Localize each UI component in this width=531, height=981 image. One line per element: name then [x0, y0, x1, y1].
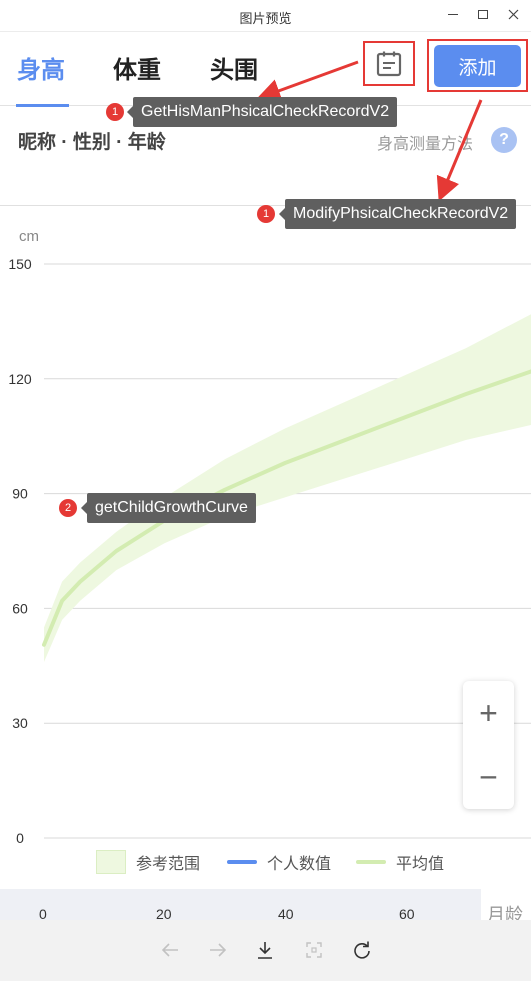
tab-height[interactable]: 身高: [17, 50, 65, 85]
legend-label: 平均值: [396, 856, 445, 873]
legend-item-range[interactable]: 参考范围: [96, 850, 200, 874]
rotate-button[interactable]: [350, 938, 374, 962]
legend-item-personal[interactable]: 个人数值: [227, 850, 331, 874]
close-icon: [508, 9, 518, 19]
zoom-in-button[interactable]: +: [463, 681, 514, 745]
rotate-icon: [354, 941, 370, 959]
tab-head-circumference[interactable]: 头围: [210, 50, 258, 85]
zoom-out-button[interactable]: −: [463, 745, 514, 809]
y-tick-label: 120: [8, 371, 32, 387]
annotation-badge: 2: [59, 499, 77, 517]
legend-label: 个人数值: [267, 856, 332, 873]
fit-screen-button[interactable]: [302, 938, 326, 962]
arrow-right-icon: [210, 943, 227, 957]
next-button[interactable]: [206, 938, 230, 962]
annotation-badge: 1: [106, 103, 124, 121]
close-button[interactable]: [501, 4, 525, 24]
legend-label: 参考范围: [136, 856, 201, 873]
growth-curve-chart[interactable]: 0 30 60 90 120 150: [0, 240, 531, 860]
add-record-button[interactable]: 添加: [434, 45, 521, 87]
fit-screen-icon: [306, 942, 322, 958]
y-tick-label: 30: [12, 715, 28, 731]
arrow-left-icon: [161, 943, 178, 957]
legend-swatch-average: [356, 860, 386, 864]
y-tick-label: 150: [8, 256, 32, 272]
maximize-icon: [478, 9, 488, 19]
legend-swatch-range: [96, 850, 126, 874]
reference-range-band: [44, 314, 531, 662]
calendar-icon: [376, 51, 402, 76]
calendar-button[interactable]: [363, 41, 415, 86]
maximize-button[interactable]: [471, 4, 495, 24]
download-button[interactable]: [253, 938, 277, 962]
annotation-label: getChildGrowthCurve: [81, 493, 256, 523]
previous-button[interactable]: [158, 938, 182, 962]
annotation-label: ModifyPhsicalCheckRecordV2: [278, 199, 517, 229]
y-tick-label: 0: [16, 830, 24, 846]
measure-method-link[interactable]: 身高测量方法: [377, 130, 473, 154]
download-icon: [258, 942, 272, 959]
help-icon[interactable]: ?: [491, 127, 517, 153]
zoom-control: + −: [463, 681, 514, 809]
tab-weight[interactable]: 体重: [113, 50, 161, 85]
child-info-title: 昵称 · 性别 · 年龄: [18, 132, 166, 153]
minimize-button[interactable]: [441, 4, 465, 24]
y-tick-label: 90: [12, 486, 28, 502]
legend-item-average[interactable]: 平均值: [356, 850, 444, 874]
y-tick-label: 60: [12, 600, 28, 616]
legend-swatch-personal: [227, 860, 257, 864]
active-tab-indicator: [16, 104, 69, 107]
annotation-badge: 1: [257, 205, 275, 223]
minimize-icon: [448, 13, 458, 15]
window-title-bar: 图片预览: [0, 0, 531, 32]
annotation-label: GetHisManPhsicalCheckRecordV2: [126, 97, 398, 127]
